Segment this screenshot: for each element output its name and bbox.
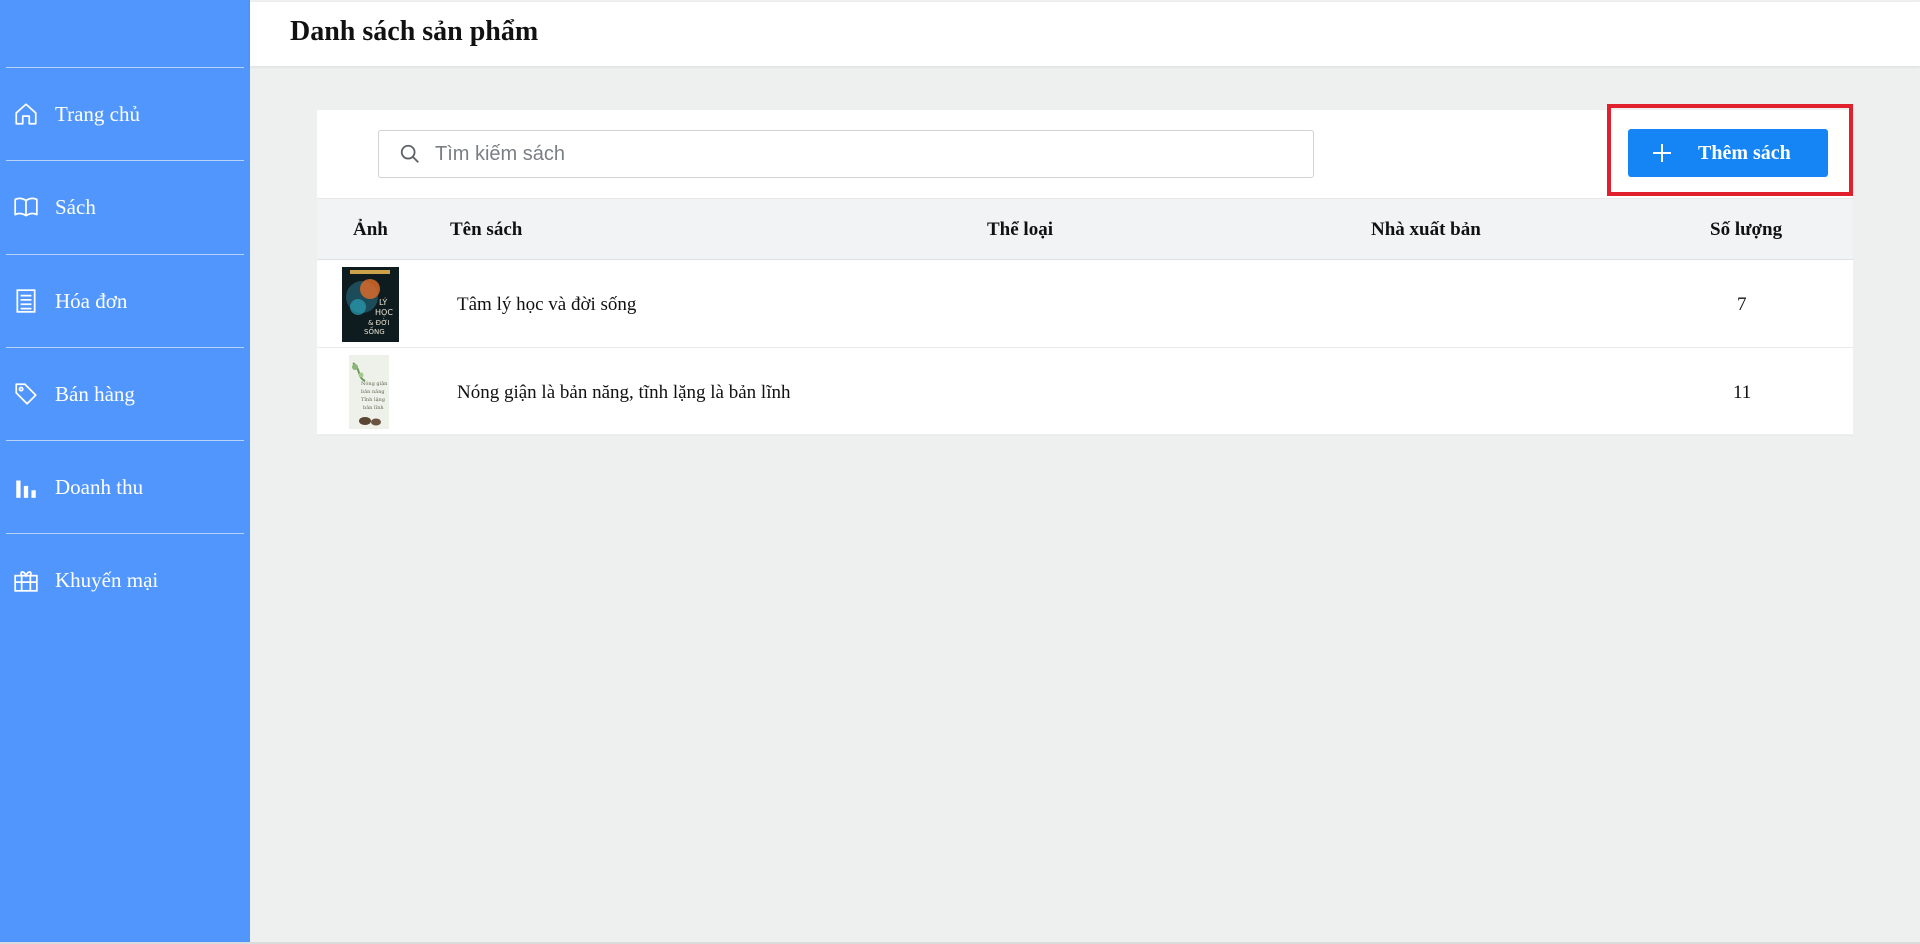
sidebar-item-label: Hóa đơn: [55, 288, 128, 313]
search-box[interactable]: [378, 130, 1314, 178]
column-header-category: Thể loại: [987, 219, 1053, 240]
svg-text:LÝ: LÝ: [379, 296, 387, 307]
book-icon: [13, 194, 39, 220]
svg-text:bản năng: bản năng: [361, 388, 385, 395]
plus-icon: [1653, 144, 1671, 162]
page-title: Danh sách sản phẩm: [290, 16, 539, 47]
sidebar-item-promotions[interactable]: Khuyến mại: [6, 533, 244, 626]
tag-icon: [13, 381, 39, 407]
svg-text:SỐNG: SỐNG: [364, 326, 385, 336]
svg-text:HỌC: HỌC: [375, 308, 393, 317]
svg-text:Tĩnh lặng: Tĩnh lặng: [361, 396, 386, 403]
bar-chart-icon: [13, 474, 39, 500]
column-header-publisher: Nhà xuất bản: [1371, 219, 1481, 240]
sidebar-item-label: Bán hàng: [55, 381, 135, 406]
column-header-image: Ảnh: [353, 219, 388, 240]
add-book-button[interactable]: Thêm sách: [1628, 129, 1828, 177]
add-book-label: Thêm sách: [1698, 141, 1791, 164]
sidebar-item-home[interactable]: Trang chủ: [6, 67, 244, 160]
sidebar-item-label: Khuyến mại: [55, 567, 159, 592]
table-header: Ảnh Tên sách Thể loại Nhà xuất bản Số lư…: [317, 198, 1853, 260]
page-header: Danh sách sản phẩm: [250, 2, 1920, 66]
sidebar: Trang chủ Sách Hóa đơn Bán hàng Doanh th…: [0, 0, 250, 943]
column-header-quantity: Số lượng: [1710, 219, 1783, 240]
receipt-icon: [13, 288, 39, 314]
search-icon: [400, 144, 419, 163]
sidebar-item-sales[interactable]: Bán hàng: [6, 347, 244, 440]
book-cover-image: LÝ HỌC & ĐỜI SỐNG: [342, 267, 399, 342]
book-cover-image: Nóng giận bản năng Tĩnh lặng bản lĩnh: [349, 355, 389, 429]
sidebar-item-label: Sách: [55, 194, 96, 219]
book-name: Tâm lý học và đời sống: [457, 294, 637, 315]
search-input[interactable]: [435, 142, 1295, 166]
svg-text:& ĐỜI: & ĐỜI: [368, 318, 390, 327]
sidebar-item-invoices[interactable]: Hóa đơn: [6, 254, 244, 347]
svg-text:bản lĩnh: bản lĩnh: [363, 404, 384, 411]
column-header-name: Tên sách: [450, 219, 523, 240]
svg-text:Nóng giận: Nóng giận: [361, 380, 388, 387]
book-name: Nóng giận là bản năng, tĩnh lặng là bản …: [457, 382, 791, 403]
sidebar-item-label: Doanh thu: [55, 474, 144, 499]
sidebar-item-label: Trang chủ: [55, 101, 140, 126]
home-icon: [13, 101, 39, 127]
book-quantity: 11: [1733, 382, 1752, 403]
book-quantity: 7: [1737, 294, 1747, 315]
table-row[interactable]: Nóng giận bản năng Tĩnh lặng bản lĩnh Nó…: [317, 349, 1853, 436]
table-row[interactable]: LÝ HỌC & ĐỜI SỐNG Tâm lý học và đời sống…: [317, 261, 1853, 348]
sidebar-item-books[interactable]: Sách: [6, 160, 244, 253]
gift-icon: [13, 567, 39, 593]
sidebar-item-revenue[interactable]: Doanh thu: [6, 440, 244, 533]
